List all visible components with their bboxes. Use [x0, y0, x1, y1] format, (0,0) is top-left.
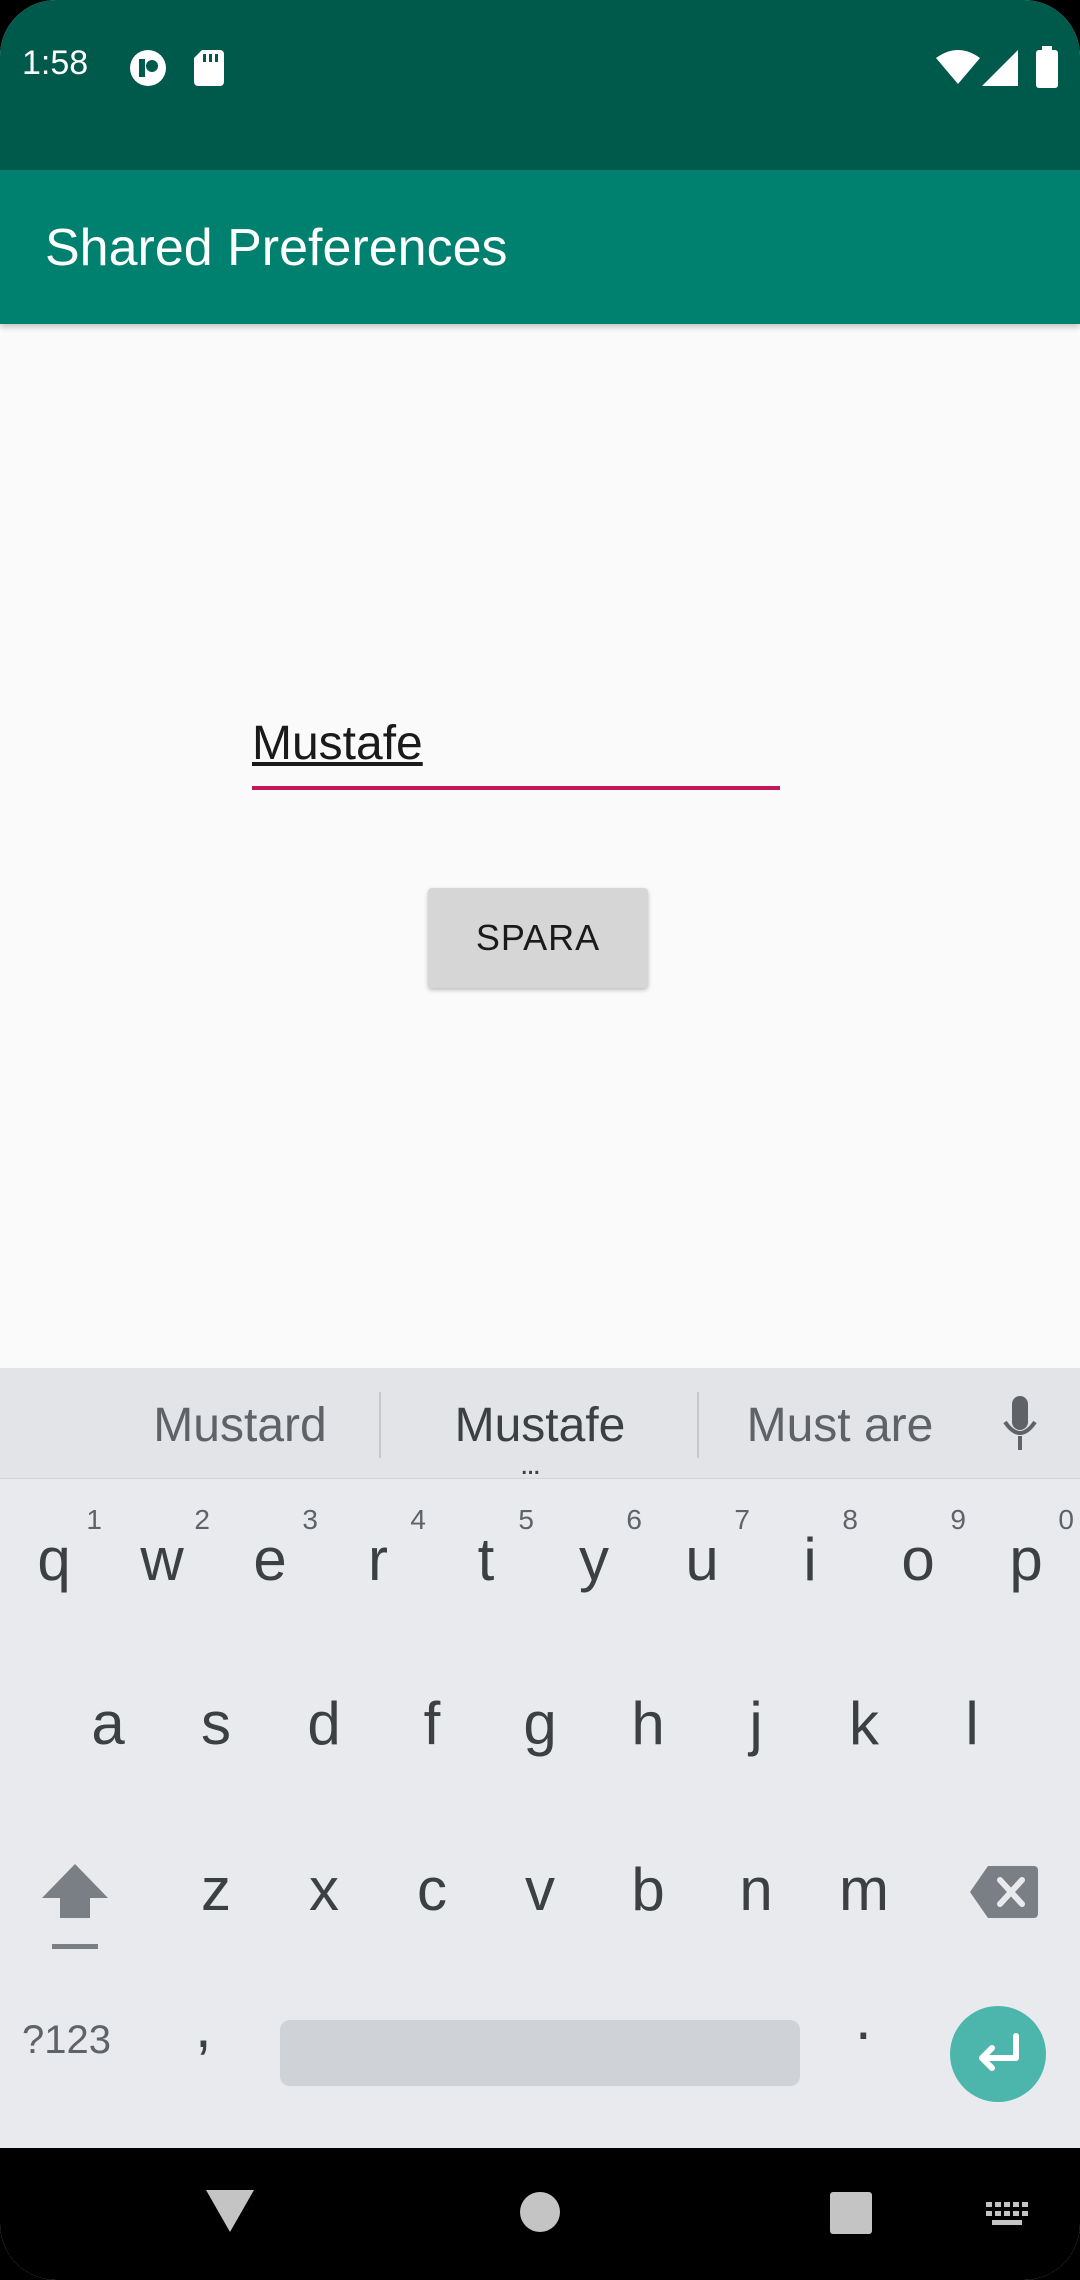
key-s[interactable]: s: [162, 1644, 270, 1804]
key-p[interactable]: p0: [972, 1480, 1080, 1640]
key-label: q: [37, 1526, 71, 1593]
suggestion-divider: [697, 1392, 699, 1458]
battery-icon: [1036, 46, 1058, 88]
key-c[interactable]: c: [378, 1810, 486, 1970]
wifi-icon: [936, 50, 980, 84]
key-hint: 9: [950, 1504, 966, 1535]
key-hint: 1: [86, 1504, 102, 1535]
home-icon[interactable]: [520, 2192, 560, 2232]
key-y[interactable]: y6: [540, 1480, 648, 1640]
key-hint: 0: [1058, 1504, 1074, 1535]
key-hint: 3: [302, 1504, 318, 1535]
more-suggestions-icon[interactable]: ...: [520, 1450, 541, 1480]
backspace-icon[interactable]: [970, 1866, 1038, 1918]
app-title: Shared Preferences: [45, 219, 508, 277]
key-label: p: [1009, 1526, 1043, 1593]
save-button[interactable]: SPARA: [428, 888, 648, 988]
key-f[interactable]: f: [378, 1644, 486, 1804]
key-j[interactable]: j: [702, 1644, 810, 1804]
key-hint: 5: [518, 1504, 534, 1535]
key-label: u: [685, 1526, 719, 1593]
key-n[interactable]: n: [702, 1810, 810, 1970]
key-label: o: [901, 1526, 935, 1593]
signal-icon: [982, 50, 1018, 86]
key-z[interactable]: z: [162, 1810, 270, 1970]
space-bar[interactable]: [280, 2020, 800, 2086]
suggestion-center[interactable]: Mustafe: [430, 1398, 650, 1453]
key-hint: 7: [734, 1504, 750, 1535]
symbols-key[interactable]: ?123: [22, 2018, 111, 2063]
comma-key[interactable]: ,: [195, 1992, 212, 2061]
soft-keyboard: Mustard Mustafe ... Must are q1 w2 e3 r4…: [0, 1368, 1080, 2148]
sd-card-icon: [194, 50, 224, 86]
key-u[interactable]: u7: [648, 1480, 756, 1640]
suggestion-right[interactable]: Must are: [730, 1398, 950, 1453]
key-k[interactable]: k: [810, 1644, 918, 1804]
keyboard-switch-icon[interactable]: [986, 2202, 1030, 2230]
key-g[interactable]: g: [486, 1644, 594, 1804]
key-d[interactable]: d: [270, 1644, 378, 1804]
key-x[interactable]: x: [270, 1810, 378, 1970]
status-time: 1:58: [22, 44, 89, 82]
suggestion-divider: [379, 1392, 381, 1458]
shift-icon[interactable]: [40, 1860, 110, 1954]
key-a[interactable]: a: [54, 1644, 162, 1804]
back-icon[interactable]: [206, 2190, 254, 2232]
key-r[interactable]: r4: [324, 1480, 432, 1640]
key-v[interactable]: v: [486, 1810, 594, 1970]
phone-screen: 1:58 Shared Preferences SPARA: [0, 0, 1080, 2280]
key-hint: 4: [410, 1504, 426, 1535]
key-label: r: [368, 1526, 388, 1593]
key-label: w: [140, 1526, 184, 1593]
key-m[interactable]: m: [810, 1810, 918, 1970]
key-l[interactable]: l: [918, 1644, 1026, 1804]
period-key[interactable]: .: [855, 1984, 872, 2053]
key-e[interactable]: e3: [216, 1480, 324, 1640]
suggestion-strip: Mustard Mustafe ... Must are: [0, 1368, 1080, 1480]
key-h[interactable]: h: [594, 1644, 702, 1804]
name-input[interactable]: [252, 700, 780, 790]
key-label: y: [579, 1526, 609, 1593]
key-b[interactable]: b: [594, 1810, 702, 1970]
enter-key[interactable]: [950, 2006, 1046, 2102]
key-o[interactable]: o9: [864, 1480, 972, 1640]
app-bar: Shared Preferences: [0, 170, 1080, 324]
key-label: e: [253, 1526, 287, 1593]
key-label: i: [803, 1526, 817, 1593]
key-hint: 2: [194, 1504, 210, 1535]
key-t[interactable]: t5: [432, 1480, 540, 1640]
notification-app-icon: [130, 50, 166, 86]
key-i[interactable]: i8: [756, 1480, 864, 1640]
key-w[interactable]: w2: [108, 1480, 216, 1640]
enter-icon: [979, 2033, 1019, 2071]
status-bar: 1:58: [0, 0, 1080, 170]
suggestion-left[interactable]: Mustard: [130, 1398, 350, 1453]
key-label: t: [477, 1526, 495, 1593]
navigation-bar: [0, 2148, 1080, 2280]
key-hint: 8: [842, 1504, 858, 1535]
recents-icon[interactable]: [830, 2192, 872, 2234]
key-q[interactable]: q1: [0, 1480, 108, 1640]
key-hint: 6: [626, 1504, 642, 1535]
microphone-icon[interactable]: [1003, 1396, 1037, 1452]
